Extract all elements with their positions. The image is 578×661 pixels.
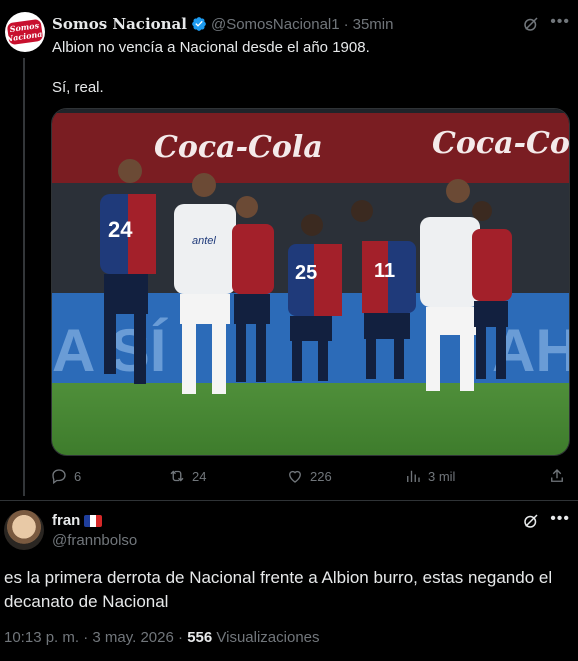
meta-separator: · <box>83 629 89 646</box>
quoted-time[interactable]: 35min <box>353 16 394 33</box>
player-number: 11 <box>374 260 395 282</box>
reply-views-label: Visualizaciones <box>216 629 320 646</box>
france-flag-icon <box>84 514 103 527</box>
verified-badge-icon[interactable] <box>191 16 207 32</box>
football-photo-image: Coca-Cola Coca-Cola A SÍ AH 24 <box>52 109 569 455</box>
grok-icon[interactable] <box>522 15 540 33</box>
quoted-display-name[interactable]: Somos Nacional <box>52 15 187 33</box>
reply-icon <box>52 469 66 485</box>
heart-icon <box>289 470 301 483</box>
banner-text-right: Coca-Cola <box>432 126 569 161</box>
quoted-text-line: Albion no vencía a Nacional desde el año… <box>52 39 370 56</box>
tweet-divider <box>0 500 578 501</box>
tweet-photo[interactable]: Coca-Cola Coca-Cola A SÍ AH 24 <box>51 108 570 456</box>
repost-count: 24 <box>192 468 207 484</box>
avatar-logo: Somos Nacional <box>5 18 45 46</box>
views-count: 3 mil <box>428 468 456 484</box>
reply-handle[interactable]: @frannbolso <box>52 532 137 549</box>
share-icon <box>551 469 563 482</box>
grok-icon[interactable] <box>522 512 540 530</box>
sponsor-text: antel <box>192 235 216 247</box>
player-number: 24 <box>108 217 133 242</box>
reply-avatar[interactable] <box>4 510 44 550</box>
quoted-avatar[interactable]: Somos Nacional <box>5 12 45 52</box>
reply-display-name[interactable]: fran <box>52 512 80 529</box>
reply-date[interactable]: 3 may. 2026 <box>92 629 173 646</box>
banner-text-left: Coca-Cola <box>154 130 323 165</box>
more-options-icon[interactable]: ••• <box>550 510 570 528</box>
reply-time[interactable]: 10:13 p. m. <box>4 629 79 646</box>
repost-icon <box>170 470 184 482</box>
reply-text: es la primera derrota de Nacional frente… <box>4 568 553 611</box>
reply-author[interactable]: fran <box>52 512 103 529</box>
repost-button[interactable]: 24 <box>168 465 206 487</box>
reply-button[interactable]: 6 <box>50 465 81 487</box>
more-options-icon[interactable]: ••• <box>550 13 570 31</box>
quoted-handle[interactable]: @SomosNacional1 <box>211 16 340 33</box>
quoted-text: Albion no vencía a Nacional desde el año… <box>52 38 370 98</box>
player-number: 25 <box>295 262 317 284</box>
share-button[interactable] <box>548 465 572 487</box>
quoted-text-line: Sí, real. <box>52 79 104 96</box>
meta-separator: · <box>178 629 184 646</box>
thread-line <box>23 58 25 496</box>
quoted-header: Somos Nacional @SomosNacional1 · 35min <box>52 14 393 34</box>
views-chart-icon <box>407 470 420 482</box>
reply-meta: 10:13 p. m. · 3 may. 2026 · 556 Visualiz… <box>4 629 320 646</box>
reply-views-count: 556 <box>187 629 213 646</box>
quoted-tweet[interactable]: Somos Nacional Somos Nacional @SomosNaci… <box>0 0 578 500</box>
views-button[interactable]: 3 mil <box>404 465 455 487</box>
like-count: 226 <box>310 468 332 484</box>
like-button[interactable]: 226 <box>286 465 332 487</box>
header-separator: · <box>343 15 349 33</box>
quoted-action-bar: 6 24 226 3 mil <box>50 465 568 487</box>
reply-count: 6 <box>74 468 82 484</box>
